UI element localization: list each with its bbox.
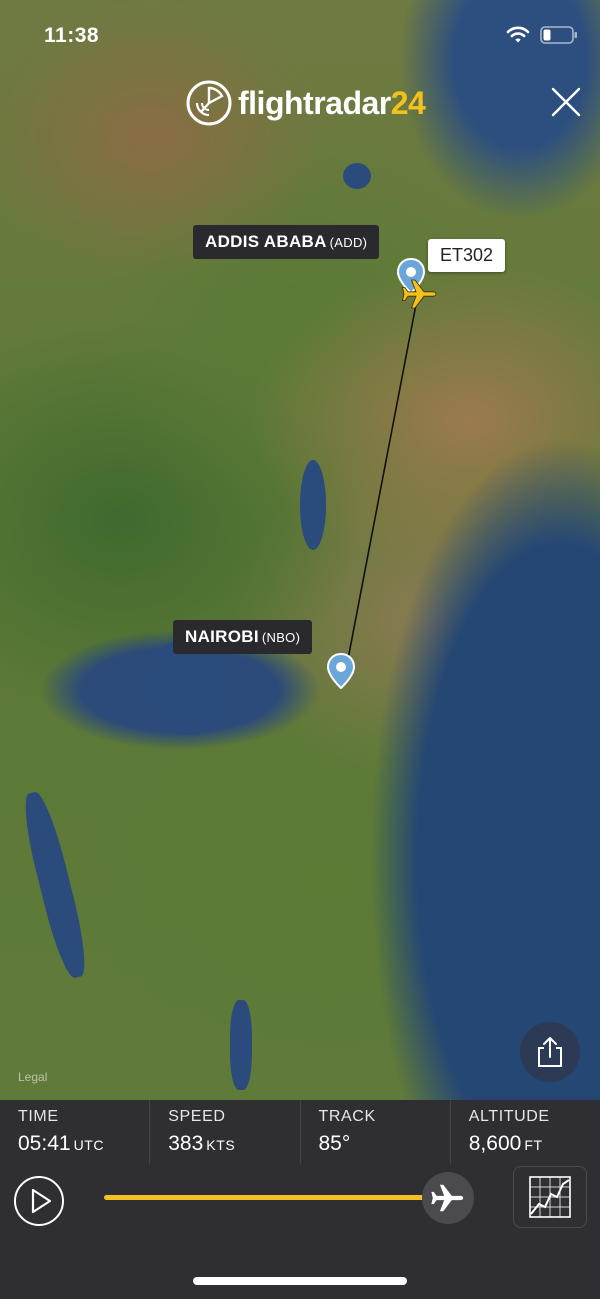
flight-callsign-label[interactable]: ET302 bbox=[428, 239, 506, 272]
stat-value: 8,600 FT bbox=[469, 1132, 600, 1156]
stat-unit: KTS bbox=[206, 1137, 236, 1153]
timeline-handle[interactable] bbox=[421, 1172, 474, 1224]
share-button[interactable] bbox=[520, 1022, 580, 1082]
origin-airport-name: ADDIS ABABA bbox=[205, 232, 327, 251]
stat-altitude: ALTITUDE 8,600 FT bbox=[449, 1100, 600, 1164]
stat-label: TIME bbox=[18, 1108, 59, 1125]
stat-value: 85° bbox=[319, 1132, 450, 1156]
destination-airport-name: NAIROBI bbox=[185, 627, 259, 646]
stat-number: 8,600 bbox=[468, 1132, 522, 1155]
status-icons bbox=[506, 26, 578, 44]
destination-pin-icon[interactable] bbox=[327, 653, 355, 689]
play-button[interactable] bbox=[14, 1176, 64, 1226]
radar-logo-icon bbox=[186, 80, 232, 126]
stat-label: ALTITUDE bbox=[468, 1108, 550, 1125]
battery-icon bbox=[540, 26, 577, 44]
graph-icon bbox=[529, 1176, 571, 1218]
close-icon[interactable] bbox=[550, 86, 582, 118]
status-time: 11:38 bbox=[44, 24, 100, 47]
stat-unit: FT bbox=[524, 1137, 543, 1153]
logo-word: flightradar bbox=[238, 84, 391, 121]
stat-value: 05:41 UTC bbox=[18, 1132, 149, 1156]
home-indicator bbox=[193, 1277, 407, 1285]
origin-airport-code: (ADD) bbox=[329, 235, 368, 250]
stat-number: 05:41 bbox=[18, 1132, 71, 1155]
destination-airport-code: (NBO) bbox=[261, 630, 301, 645]
flight-graph-button[interactable] bbox=[513, 1166, 587, 1228]
stat-value: 383 KTS bbox=[168, 1132, 299, 1156]
app-logo: flightradar24 bbox=[186, 80, 426, 126]
stat-time: TIME 05:41 UTC bbox=[0, 1100, 149, 1164]
wifi-icon bbox=[506, 26, 530, 43]
aircraft-icon[interactable] bbox=[400, 274, 440, 314]
share-icon bbox=[538, 1037, 562, 1067]
stat-number: 383 bbox=[168, 1132, 204, 1155]
stat-unit: UTC bbox=[73, 1137, 105, 1153]
origin-airport-label[interactable]: ADDIS ABABA (ADD) bbox=[193, 225, 380, 259]
stat-track: TRACK 85° bbox=[299, 1100, 450, 1164]
legal-link[interactable]: Legal bbox=[18, 1070, 47, 1084]
stat-label: TRACK bbox=[318, 1108, 376, 1125]
destination-airport-label[interactable]: NAIROBI (NBO) bbox=[173, 620, 313, 654]
app-logo-text: flightradar24 bbox=[238, 84, 426, 122]
aircraft-handle-icon bbox=[431, 1184, 464, 1212]
flight-route-line bbox=[343, 293, 419, 681]
flight-map[interactable] bbox=[0, 0, 600, 1100]
flight-stats: TIME 05:41 UTC SPEED 383 KTS TRACK 85° ALT… bbox=[0, 1100, 600, 1164]
stat-label: SPEED bbox=[168, 1108, 226, 1125]
stat-number: 85° bbox=[318, 1132, 351, 1155]
playback-timeline[interactable] bbox=[104, 1195, 466, 1200]
stat-speed: SPEED 383 KTS bbox=[149, 1100, 299, 1164]
play-icon bbox=[31, 1188, 52, 1214]
logo-number: 24 bbox=[390, 84, 426, 121]
